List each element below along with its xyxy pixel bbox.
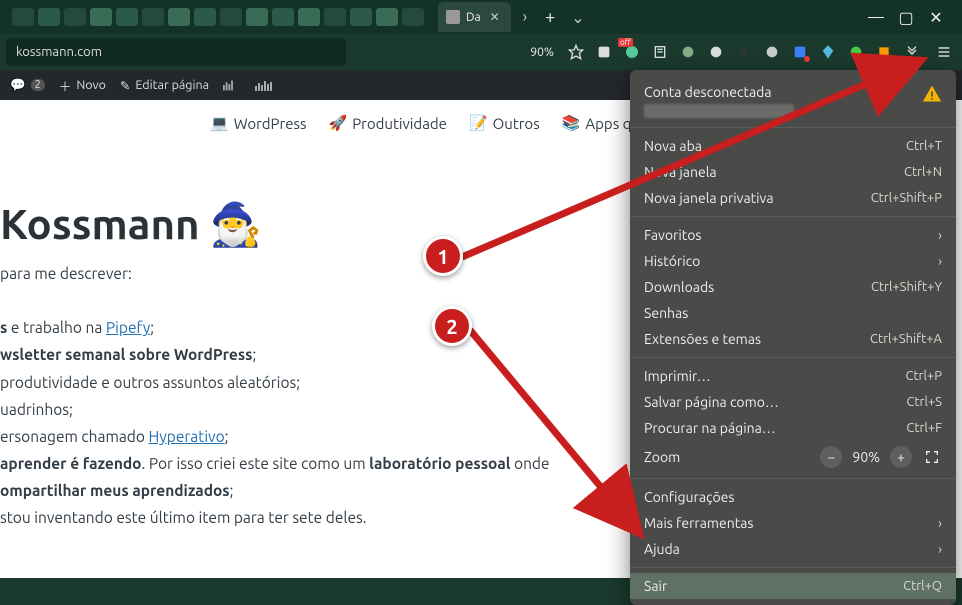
extension-icon[interactable] [872, 40, 896, 64]
url-text: kossmann.com [16, 45, 102, 59]
tab-ghost[interactable] [194, 8, 216, 26]
nav-wordpress[interactable]: 💻 WordPress [210, 114, 307, 132]
nav-produtividade[interactable]: 🚀 Produtividade [329, 114, 447, 132]
extension-icon[interactable] [844, 40, 868, 64]
chevron-right-icon: › [938, 515, 942, 531]
tab-ghost[interactable] [38, 8, 60, 26]
tab-title: Da [466, 11, 481, 24]
menu-help[interactable]: Ajuda› [630, 536, 956, 562]
tab-ghost[interactable] [376, 8, 398, 26]
tab-ghost[interactable] [116, 8, 138, 26]
tab-ghost[interactable] [324, 8, 346, 26]
tab-scroll-right[interactable]: › [515, 8, 536, 26]
maximize-button[interactable]: ▢ [898, 9, 914, 25]
wp-comments[interactable]: 💬 2 [10, 78, 45, 93]
extension-icon[interactable] [816, 40, 840, 64]
menu-save-as[interactable]: Salvar página como…Ctrl+S [630, 389, 956, 415]
tab-ghost[interactable] [402, 8, 424, 26]
menu-new-window[interactable]: Nova janelaCtrl+N [630, 159, 956, 185]
account-status: Conta desconectada [644, 84, 794, 100]
extension-icon[interactable] [760, 40, 784, 64]
browser-toolbar: kossmann.com 90% off [0, 34, 962, 70]
link-pipefy[interactable]: Pipefy [106, 319, 150, 336]
window-titlebar: Da ✕ › + ⌄ — ▢ ✕ [0, 0, 962, 34]
zoom-in-button[interactable]: + [890, 446, 912, 468]
menu-downloads[interactable]: DownloadsCtrl+Shift+Y [630, 274, 956, 300]
menu-more-tools[interactable]: Mais ferramentas› [630, 510, 956, 536]
address-bar[interactable]: kossmann.com [6, 38, 346, 66]
tab-ghost[interactable] [12, 8, 34, 26]
nav-outros[interactable]: 📝 Outros [469, 114, 540, 132]
close-window-button[interactable]: ✕ [928, 9, 944, 25]
chevron-right-icon: › [938, 253, 942, 269]
menu-bookmarks[interactable]: Favoritos› [630, 222, 956, 248]
extension-icon[interactable]: off [620, 40, 644, 64]
fullscreen-button[interactable] [922, 447, 942, 467]
tab-favicon [446, 10, 460, 24]
tab-ghost[interactable] [220, 8, 242, 26]
new-tab-button[interactable]: + [539, 7, 561, 27]
wp-edit-page[interactable]: ✎ Editar página [120, 78, 209, 93]
menu-print[interactable]: Imprimir…Ctrl+P [630, 363, 956, 389]
wp-stats-icon[interactable] [255, 79, 289, 91]
tab-ghost[interactable] [90, 8, 112, 26]
extension-icon[interactable] [732, 40, 756, 64]
window-controls: — ▢ ✕ [854, 9, 958, 25]
tab-strip: Da ✕ › + ⌄ [4, 0, 854, 34]
warning-icon [922, 84, 942, 104]
zoom-out-button[interactable]: − [820, 446, 842, 468]
menu-find[interactable]: Procurar na página…Ctrl+F [630, 415, 956, 441]
app-menu-button[interactable] [932, 40, 956, 64]
menu-quit[interactable]: SairCtrl+Q [630, 573, 956, 599]
app-menu: Conta desconectada Nova abaCtrl+T Nova j… [630, 70, 956, 605]
tab-ghost[interactable] [64, 8, 86, 26]
zoom-indicator[interactable]: 90% [530, 46, 554, 59]
reader-icon[interactable] [648, 40, 672, 64]
menu-account-header[interactable]: Conta desconectada [630, 76, 956, 122]
wp-new[interactable]: ＋ Novo [59, 76, 106, 95]
tab-close-button[interactable]: ✕ [487, 9, 503, 25]
menu-extensions[interactable]: Extensões e temasCtrl+Shift+A [630, 326, 956, 352]
menu-settings[interactable]: Configurações [630, 484, 956, 510]
menu-private-window[interactable]: Nova janela privativaCtrl+Shift+P [630, 185, 956, 211]
extension-icon[interactable] [592, 40, 616, 64]
tab-ghost[interactable] [298, 8, 320, 26]
menu-history[interactable]: Histórico› [630, 248, 956, 274]
zoom-value: 90% [852, 449, 880, 465]
tab-ghost[interactable] [142, 8, 164, 26]
wp-stats-icon[interactable] [223, 79, 241, 91]
overflow-icon[interactable] [900, 40, 924, 64]
tab-ghost[interactable] [246, 8, 268, 26]
account-email-redacted [644, 104, 794, 118]
menu-passwords[interactable]: Senhas [630, 300, 956, 326]
extension-icon[interactable] [704, 40, 728, 64]
menu-zoom: Zoom − 90% + [630, 441, 956, 473]
extension-icon[interactable] [676, 40, 700, 64]
extension-icon[interactable] [788, 40, 812, 64]
tab-ghost[interactable] [168, 8, 190, 26]
chevron-right-icon: › [938, 227, 942, 243]
menu-new-tab[interactable]: Nova abaCtrl+T [630, 133, 956, 159]
active-tab[interactable]: Da ✕ [438, 2, 511, 32]
minimize-button[interactable]: — [868, 9, 884, 25]
bookmark-star-icon[interactable] [564, 40, 588, 64]
chevron-right-icon: › [938, 541, 942, 557]
all-tabs-button[interactable]: ⌄ [565, 8, 590, 27]
tab-ghost[interactable] [272, 8, 294, 26]
off-badge: off [618, 38, 633, 47]
comment-count: 2 [31, 79, 45, 91]
link-hyperativo[interactable]: Hyperativo [149, 428, 225, 445]
tab-ghost[interactable] [350, 8, 372, 26]
